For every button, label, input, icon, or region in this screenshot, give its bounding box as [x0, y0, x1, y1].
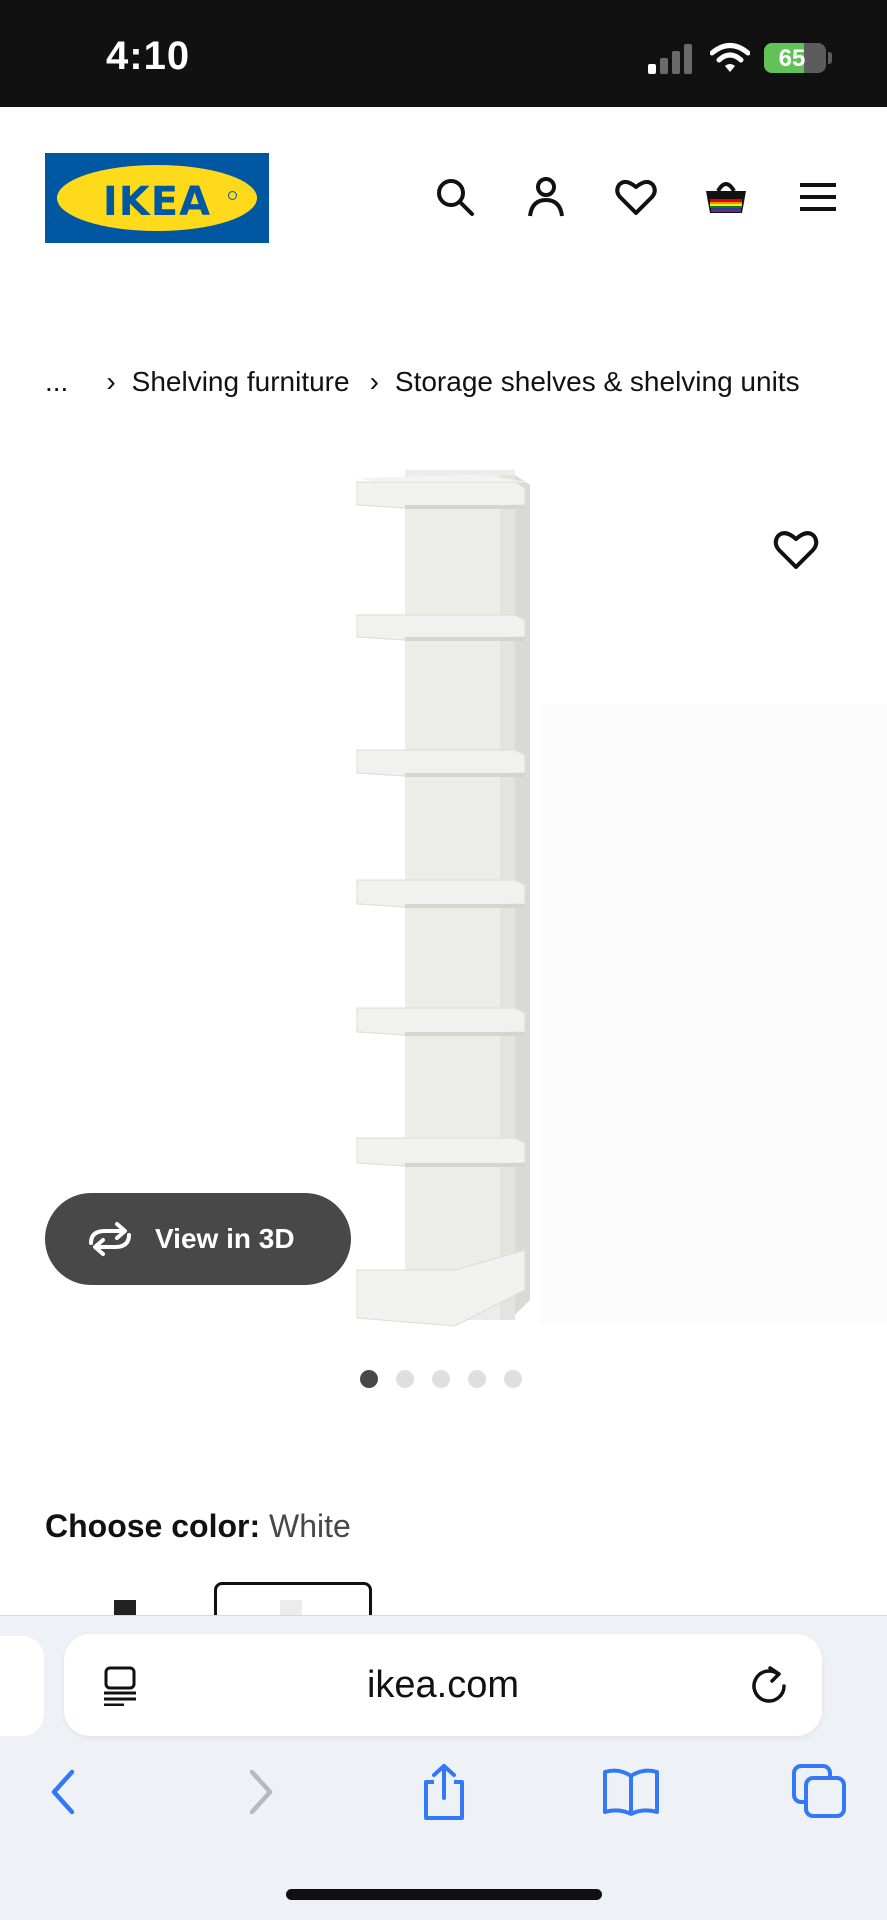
view-in-3d-label: View in 3D [155, 1223, 295, 1254]
color-label: Choose color: [45, 1508, 261, 1544]
battery-cap [828, 52, 832, 64]
home-indicator [286, 1889, 602, 1900]
breadcrumb-shelving-furniture[interactable]: Shelving furniture [132, 366, 350, 398]
battery-percent: 65 [778, 45, 806, 72]
back-icon[interactable] [36, 1764, 96, 1820]
image-backdrop [540, 705, 887, 1325]
ikea-logo[interactable]: IKEA [45, 153, 269, 243]
breadcrumb-ellipsis[interactable]: ... [45, 366, 68, 398]
carousel-dot[interactable] [432, 1370, 450, 1388]
search-icon[interactable] [433, 175, 477, 219]
reload-icon[interactable] [748, 1664, 790, 1706]
carousel-dot[interactable] [468, 1370, 486, 1388]
chevron-right-icon: › [369, 366, 379, 397]
product-image-wall-shelf [356, 470, 530, 1327]
browser-toolbar: ikea.com [0, 1615, 887, 1920]
shopping-bag-icon[interactable] [704, 175, 748, 219]
share-icon[interactable] [414, 1764, 474, 1820]
account-icon[interactable] [524, 175, 568, 219]
cellular-signal-icon [648, 44, 692, 74]
rotate-3d-icon [89, 1222, 131, 1256]
bookmarks-icon[interactable] [601, 1764, 661, 1820]
breadcrumb: ... › Shelving furniture › Storage shelv… [45, 362, 800, 402]
url-text: ikea.com [366, 1664, 520, 1706]
address-bar[interactable]: ikea.com [64, 1634, 822, 1736]
status-bar: 4:10 65 [0, 0, 887, 107]
site-header: IKEA [0, 107, 887, 287]
add-to-favorites-button[interactable] [772, 526, 820, 574]
carousel-dot[interactable] [504, 1370, 522, 1388]
heart-icon[interactable] [614, 175, 658, 219]
logo-text: IKEA [102, 179, 212, 225]
previous-tab-peek[interactable] [0, 1636, 44, 1736]
view-in-3d-button[interactable]: View in 3D [45, 1193, 351, 1285]
status-time: 4:10 [106, 34, 191, 78]
carousel-dot[interactable] [360, 1370, 378, 1388]
color-value: White [269, 1508, 351, 1544]
product-image-carousel[interactable]: View in 3D [0, 460, 887, 1350]
forward-icon[interactable] [228, 1764, 288, 1820]
carousel-dot[interactable] [396, 1370, 414, 1388]
carousel-pagination [360, 1370, 522, 1388]
battery-charging-icon: 65 [764, 43, 826, 73]
logo-oval: IKEA [57, 165, 257, 231]
tabs-icon[interactable] [790, 1764, 850, 1820]
registered-mark [228, 191, 237, 200]
menu-icon[interactable] [796, 175, 840, 219]
color-selector-heading: Choose color: White [45, 1508, 351, 1545]
wifi-icon [710, 43, 750, 72]
breadcrumb-storage-shelves[interactable]: Storage shelves & shelving units [395, 366, 800, 398]
chevron-right-icon: › [106, 366, 116, 397]
